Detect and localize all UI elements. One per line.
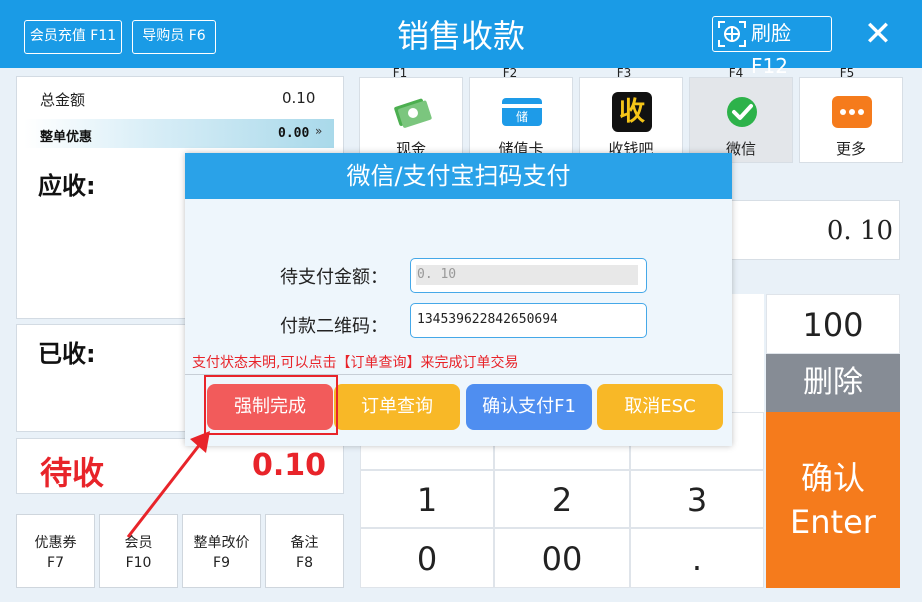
confirm-label: 确认: [800, 459, 865, 497]
remark-button[interactable]: 备注 F8: [265, 514, 344, 588]
wechat-pay-icon: [727, 97, 757, 127]
change-price-key: F9: [213, 555, 230, 571]
annotation-arrow-icon: [126, 431, 210, 538]
pending-pay-field: 0. 10: [410, 258, 647, 293]
pay-more-tab[interactable]: 更多: [799, 77, 903, 163]
pay-card-tab[interactable]: 储 储值卡: [469, 77, 573, 163]
close-icon[interactable]: ✕: [858, 14, 898, 54]
qr-code-label: 付款二维码：: [280, 316, 388, 337]
face-pay-button[interactable]: 刷脸 F12: [712, 16, 832, 78]
cancel-button[interactable]: 取消ESC: [597, 384, 723, 430]
pay-more-label: 更多: [835, 140, 866, 158]
confirm-enter-button[interactable]: 确认 Enter: [766, 412, 900, 588]
face-scan-icon: [718, 21, 746, 47]
discount-value: 0.00: [278, 126, 310, 141]
pay-wechat-tab[interactable]: 微信: [689, 77, 793, 163]
member-key: F10: [125, 555, 152, 571]
discount-label: 整单优惠: [40, 130, 93, 145]
guide-button[interactable]: 导购员 F6: [132, 20, 216, 54]
more-icon: [832, 96, 872, 128]
remark-label: 备注: [290, 535, 319, 551]
pending-pay-label: 待支付金额：: [280, 267, 388, 288]
cash-icon: [394, 98, 432, 128]
amount-display: 0. 10: [730, 200, 900, 260]
receivable-label: 应收:: [38, 172, 96, 200]
key-dot[interactable]: .: [630, 528, 764, 588]
pending-value: 0.10: [252, 448, 327, 483]
order-query-button[interactable]: 订单查询: [334, 384, 460, 430]
key-2[interactable]: 2: [494, 470, 630, 528]
shouqianba-icon: 收: [612, 92, 652, 132]
key-1[interactable]: 1: [360, 470, 494, 528]
delete-button[interactable]: 删除: [766, 354, 900, 412]
received-label: 已收:: [38, 340, 96, 368]
total-amount-value: 0.10: [282, 89, 316, 107]
stored-card-icon: 储: [502, 98, 542, 126]
key-00[interactable]: 00: [494, 528, 630, 588]
enter-label: Enter: [790, 503, 876, 541]
key-3[interactable]: 3: [630, 470, 764, 528]
dialog-title: 微信/支付宝扫码支付: [185, 153, 732, 199]
pay-shouqianba-tab[interactable]: 收 收钱吧: [579, 77, 683, 163]
remark-key: F8: [296, 555, 313, 571]
total-amount-label: 总金额: [40, 91, 86, 109]
confirm-payment-button[interactable]: 确认支付F1: [466, 384, 592, 430]
pay-cash-tab[interactable]: 现金: [359, 77, 463, 163]
qr-code-input[interactable]: 134539622842650694: [410, 303, 647, 338]
key-100[interactable]: 100: [766, 294, 900, 354]
key-0[interactable]: 0: [360, 528, 494, 588]
member-recharge-button[interactable]: 会员充值 F11: [24, 20, 122, 54]
chevron-down-icon[interactable]: »: [315, 124, 322, 138]
coupon-label: 优惠券: [34, 535, 77, 551]
pending-label: 待收: [40, 454, 105, 492]
payment-warning: 支付状态未明,可以点击【订单查询】来完成订单交易: [192, 355, 519, 371]
highlight-box: [204, 375, 338, 435]
pending-pay-value: 0. 10: [417, 267, 457, 282]
stored-card-icon-text: 储: [515, 110, 528, 124]
coupon-button[interactable]: 优惠券 F7: [16, 514, 95, 588]
coupon-key: F7: [47, 555, 64, 571]
face-pay-label: 刷脸 F12: [751, 21, 791, 78]
